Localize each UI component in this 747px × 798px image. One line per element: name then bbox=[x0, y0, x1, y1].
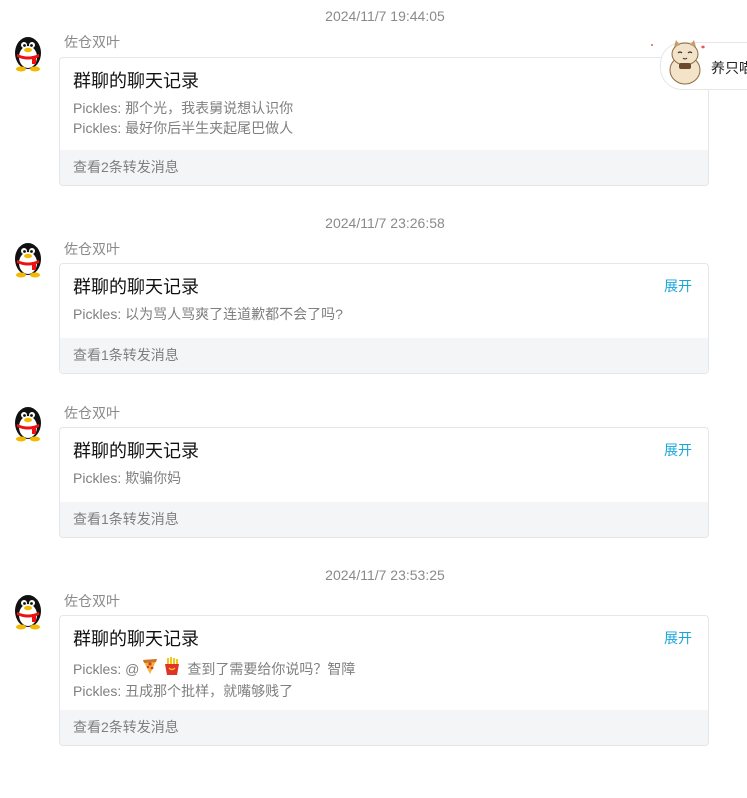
penguin-icon bbox=[15, 407, 41, 442]
forwarded-chat-card[interactable]: 群聊的聊天记录 Pickles: 那个光，我表舅说想认识你 Pickles: 最… bbox=[59, 57, 709, 186]
timestamp: 2024/11/7 23:53:25 bbox=[325, 567, 445, 583]
view-forwarded-messages-link[interactable]: 查看2条转发消息 bbox=[60, 710, 708, 745]
message-preview-line: Pickles: 丑成那个批样，就嘴够贱了 bbox=[73, 683, 294, 699]
card-title: 群聊的聊天记录 bbox=[73, 71, 199, 91]
expand-button[interactable]: 展开 bbox=[664, 628, 692, 648]
penguin-icon bbox=[15, 37, 41, 72]
forwarded-chat-card[interactable]: 群聊的聊天记录 展开 Pickles: 欺骗你妈 查看1条转发消息 bbox=[59, 427, 709, 538]
view-forwarded-messages-link[interactable]: 查看1条转发消息 bbox=[60, 502, 708, 537]
avatar[interactable] bbox=[10, 590, 46, 630]
forwarded-chat-card[interactable]: 群聊的聊天记录 展开 Pickles: 以为骂人骂爽了连道歉都不会了吗? 查看1… bbox=[59, 263, 709, 374]
sender-name: 佐仓双叶 bbox=[64, 34, 120, 50]
sender-name: 佐仓双叶 bbox=[64, 241, 120, 257]
expand-button[interactable]: 展开 bbox=[664, 276, 692, 296]
penguin-icon bbox=[15, 243, 41, 278]
message-preview-line: Pickles: 以为骂人骂爽了连道歉都不会了吗? bbox=[73, 306, 343, 322]
timestamp: 2024/11/7 23:26:58 bbox=[325, 215, 445, 231]
timestamp: 2024/11/7 19:44:05 bbox=[325, 8, 445, 24]
message-preview-line: Pickles: @ 查到了需要给你说吗？智障 bbox=[73, 656, 355, 681]
card-title: 群聊的聊天记录 bbox=[73, 277, 199, 297]
card-title: 群聊的聊天记录 bbox=[73, 629, 199, 649]
message-preview-line: Pickles: 那个光，我表舅说想认识你 bbox=[73, 100, 294, 116]
penguin-icon bbox=[15, 595, 41, 630]
avatar[interactable] bbox=[10, 32, 46, 72]
forwarded-chat-card[interactable]: 群聊的聊天记录 展开 Pickles: @ 查到了需要给你说吗？智障 Pickl… bbox=[59, 615, 709, 746]
view-forwarded-messages-link[interactable]: 查看1条转发消息 bbox=[60, 338, 708, 373]
expand-button[interactable]: 展开 bbox=[664, 440, 692, 460]
sender-name: 佐仓双叶 bbox=[64, 593, 120, 609]
card-title: 群聊的聊天记录 bbox=[73, 441, 199, 461]
pizza-icon bbox=[140, 656, 160, 681]
fries-icon bbox=[162, 656, 182, 681]
cat-sticker-icon bbox=[669, 40, 705, 85]
message-preview-line: Pickles: 最好你后半生夹起尾巴做人 bbox=[73, 120, 294, 136]
avatar[interactable] bbox=[10, 238, 46, 278]
sender-name: 佐仓双叶 bbox=[64, 405, 120, 421]
floating-pet-widget[interactable]: 养只喵 bbox=[660, 40, 747, 90]
widget-label: 养只喵 bbox=[711, 60, 747, 76]
avatar[interactable] bbox=[10, 402, 46, 442]
line-prefix: Pickles: @ bbox=[73, 660, 140, 677]
decoration-dot bbox=[651, 44, 653, 46]
line-suffix: 查到了需要给你说吗？智障 bbox=[187, 660, 356, 677]
view-forwarded-messages-link[interactable]: 查看2条转发消息 bbox=[60, 150, 708, 185]
message-preview-line: Pickles: 欺骗你妈 bbox=[73, 470, 182, 486]
